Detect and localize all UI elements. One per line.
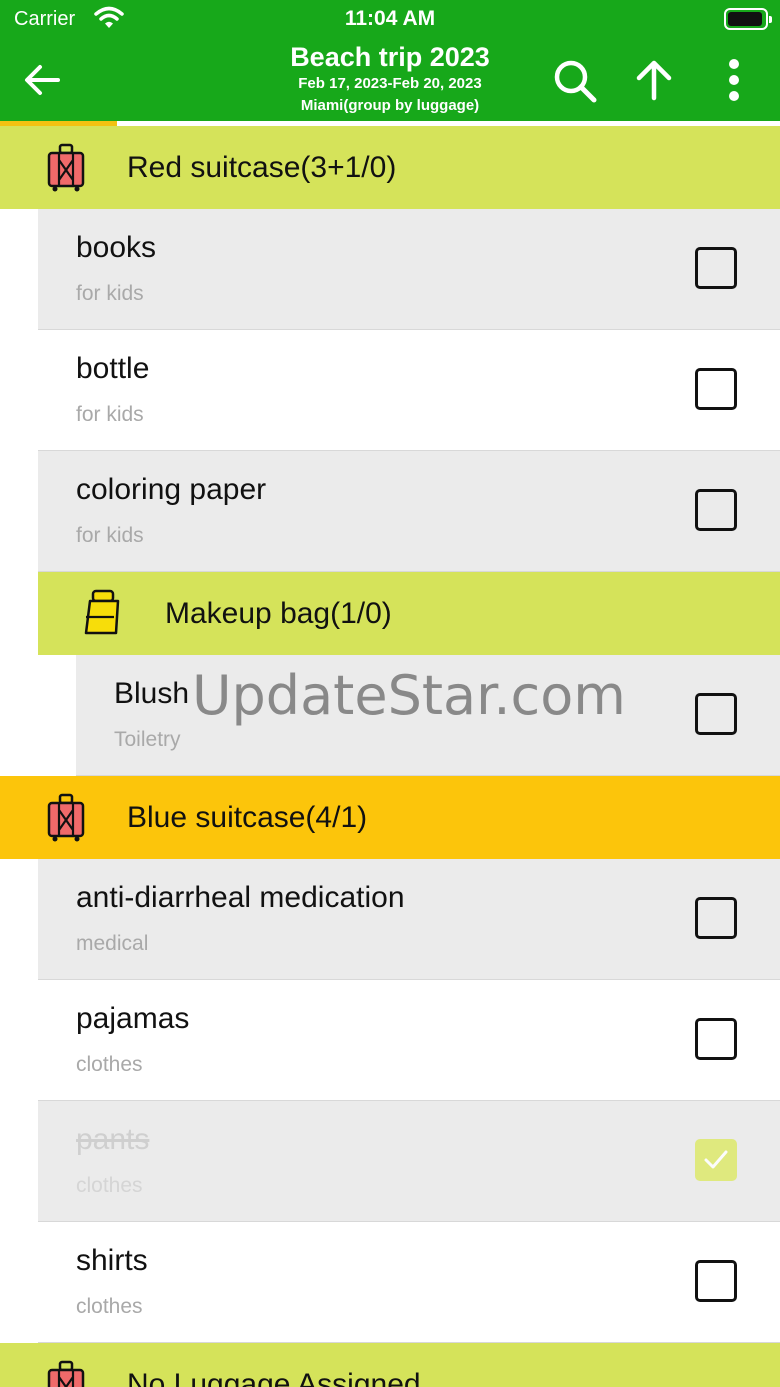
group-label: No Luggage Assigned: [127, 1368, 421, 1387]
list-item[interactable]: anti-diarrheal medication medical: [38, 859, 780, 980]
item-category: clothes: [76, 1053, 143, 1076]
list-item[interactable]: books for kids: [38, 209, 780, 330]
list-item-checked[interactable]: pants clothes: [38, 1101, 780, 1222]
header-titles: Beach trip 2023 Feb 17, 2023-Feb 20, 202…: [240, 41, 540, 117]
list-item[interactable]: pajamas clothes: [38, 980, 780, 1101]
more-vertical-icon: [729, 59, 739, 101]
item-name: pants: [76, 1123, 150, 1156]
item-checkbox[interactable]: [695, 1018, 737, 1060]
battery-icon: [724, 8, 772, 30]
sort-up-button[interactable]: [630, 56, 678, 104]
item-checkbox[interactable]: [695, 247, 737, 289]
item-name: pajamas: [76, 1002, 190, 1035]
list-item[interactable]: shirts clothes: [38, 1222, 780, 1343]
item-category: for kids: [76, 524, 144, 547]
packing-list: Red suitcase(3+1/0) books for kids bottl…: [0, 126, 780, 1387]
back-button[interactable]: [22, 60, 62, 100]
group-label: Blue suitcase(4/1): [127, 801, 368, 834]
search-icon: [554, 60, 597, 103]
item-name: coloring paper: [76, 473, 267, 506]
suitcase-icon: [47, 1360, 85, 1387]
arrow-up-icon: [636, 60, 672, 101]
item-category: medical: [76, 932, 149, 955]
item-name: bottle: [76, 352, 150, 385]
item-category: for kids: [76, 403, 144, 426]
page-title: Beach trip 2023: [290, 42, 490, 72]
subgroup-header-makeup-bag[interactable]: Makeup bag(1/0): [38, 572, 780, 655]
item-checkbox[interactable]: [695, 1260, 737, 1302]
search-button[interactable]: [550, 56, 598, 104]
more-button[interactable]: [710, 56, 758, 104]
item-checkbox[interactable]: [695, 693, 737, 735]
makeup-bag-icon: [84, 589, 120, 635]
item-name: shirts: [76, 1244, 148, 1277]
item-category: clothes: [76, 1174, 143, 1197]
item-checkbox-checked[interactable]: [695, 1139, 737, 1181]
suitcase-icon: [47, 143, 85, 192]
list-item[interactable]: Blush Toiletry: [76, 655, 780, 776]
item-category: Toiletry: [114, 728, 181, 751]
group-header-blue-suitcase[interactable]: Blue suitcase(4/1): [0, 776, 780, 859]
item-checkbox[interactable]: [695, 489, 737, 531]
group-header-no-luggage[interactable]: No Luggage Assigned: [0, 1343, 780, 1387]
arrow-left-icon: [25, 65, 60, 95]
checkmark-icon: [704, 1150, 728, 1169]
status-bar: Carrier 11:04 AM: [0, 0, 780, 40]
item-category: for kids: [76, 282, 144, 305]
list-item[interactable]: bottle for kids: [38, 330, 780, 451]
group-label: Red suitcase(3+1/0): [127, 151, 397, 184]
item-checkbox[interactable]: [695, 897, 737, 939]
group-header-red-suitcase[interactable]: Red suitcase(3+1/0): [0, 126, 780, 209]
item-name: Blush: [114, 677, 190, 710]
list-item[interactable]: coloring paper for kids: [38, 451, 780, 572]
item-checkbox[interactable]: [695, 368, 737, 410]
suitcase-icon: [47, 793, 85, 842]
subgroup-label: Makeup bag(1/0): [165, 597, 392, 630]
item-name: anti-diarrheal medication: [76, 881, 405, 914]
trip-subtitle: Miami(group by luggage): [300, 97, 480, 114]
trip-dates: Feb 17, 2023-Feb 20, 2023: [298, 75, 482, 92]
item-name: books: [76, 231, 157, 264]
app-bar: Carrier 11:04 AM Beach trip 2023 Feb 17,…: [0, 0, 780, 122]
item-category: clothes: [76, 1295, 143, 1318]
status-time: 11:04 AM: [344, 7, 436, 30]
